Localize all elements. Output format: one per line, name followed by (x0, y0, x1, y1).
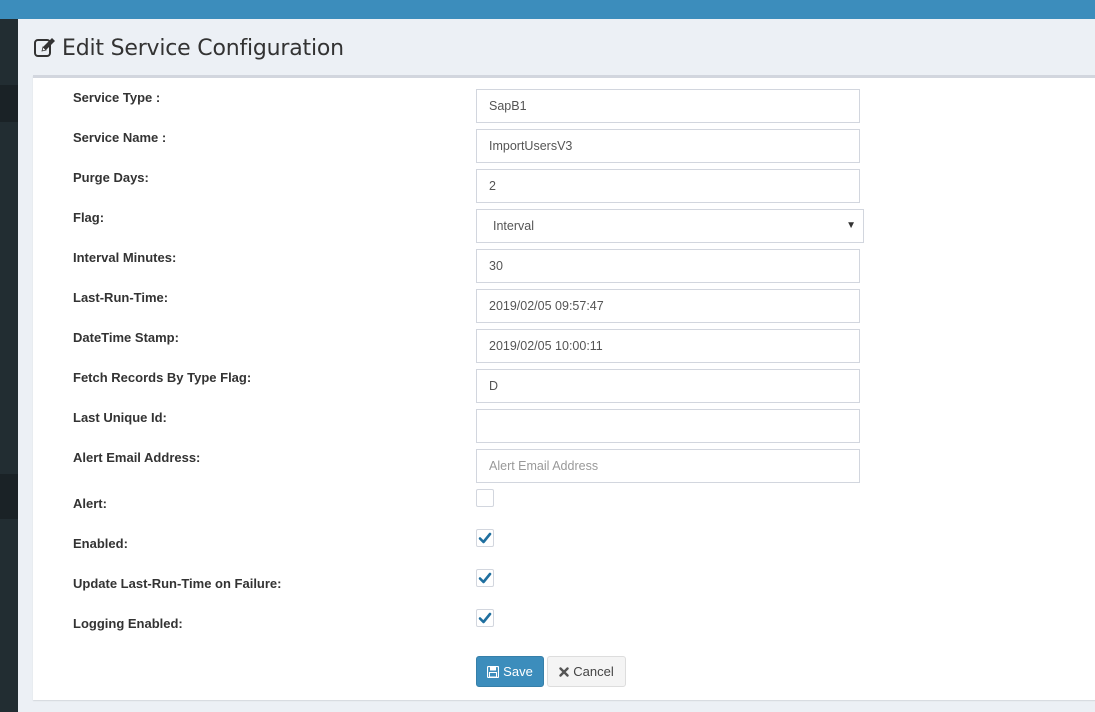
last-unique-id-input[interactable] (476, 409, 860, 443)
update-on-failure-label: Update Last-Run-Time on Failure: (73, 576, 282, 591)
datetime-stamp-input[interactable]: 2019/02/05 10:00:11 (476, 329, 860, 363)
checkmark-icon (478, 612, 492, 624)
alert-email-placeholder: Alert Email Address (489, 459, 599, 473)
sidebar-item[interactable] (0, 474, 18, 519)
interval-minutes-value: 30 (489, 259, 503, 273)
fetch-records-flag-row: Fetch Records By Type Flag: D (33, 369, 1095, 403)
flag-label: Flag: (73, 210, 105, 225)
service-type-label: Service Type : (73, 90, 161, 105)
last-run-time-label: Last-Run-Time: (73, 290, 169, 305)
save-label: Save (503, 664, 533, 679)
checkmark-icon (478, 572, 492, 584)
cancel-button[interactable]: Cancel (547, 656, 626, 687)
purge-days-label: Purge Days: (73, 170, 149, 185)
alert-label: Alert: (73, 496, 107, 511)
datetime-stamp-value: 2019/02/05 10:00:11 (489, 339, 603, 353)
sidebar (0, 19, 18, 712)
service-name-value: ImportUsersV3 (489, 139, 573, 153)
last-run-time-row: Last-Run-Time: 2019/02/05 09:57:47 (33, 289, 1095, 323)
sidebar-active-item[interactable] (0, 85, 18, 122)
enabled-label: Enabled: (73, 536, 128, 551)
cancel-label: Cancel (573, 664, 614, 679)
enabled-row: Enabled: (33, 529, 1095, 569)
close-icon (559, 666, 569, 677)
top-navbar (0, 0, 1095, 19)
floppy-disk-icon (487, 665, 500, 678)
flag-row: Flag: Interval ▼ (33, 209, 1095, 243)
alert-email-label: Alert Email Address: (73, 450, 201, 465)
fetch-records-flag-input[interactable]: D (476, 369, 860, 403)
last-run-time-value: 2019/02/05 09:57:47 (489, 299, 604, 313)
enabled-checkbox[interactable] (476, 529, 494, 547)
alert-email-row: Alert Email Address: Alert Email Address (33, 449, 1095, 483)
datetime-stamp-row: DateTime Stamp: 2019/02/05 10:00:11 (33, 329, 1095, 363)
save-button[interactable]: Save (476, 656, 544, 687)
service-type-input[interactable]: SapB1 (476, 89, 860, 123)
logging-enabled-label: Logging Enabled: (73, 616, 183, 631)
last-run-time-input[interactable]: 2019/02/05 09:57:47 (476, 289, 860, 323)
fetch-records-flag-label: Fetch Records By Type Flag: (73, 370, 252, 385)
edit-icon (33, 36, 57, 60)
checkmark-icon (478, 532, 492, 544)
page-title: Edit Service Configuration (62, 35, 344, 61)
service-name-input[interactable]: ImportUsersV3 (476, 129, 860, 163)
logging-enabled-checkbox[interactable] (476, 609, 494, 627)
interval-minutes-label: Interval Minutes: (73, 250, 177, 265)
alert-row: Alert: (33, 489, 1095, 529)
form-box: Service Type : SapB1 Service Name : Impo… (33, 75, 1095, 700)
chevron-down-icon: ▼ (846, 220, 856, 231)
last-unique-id-row: Last Unique Id: (33, 409, 1095, 443)
fetch-records-flag-value: D (489, 379, 499, 393)
interval-minutes-row: Interval Minutes: 30 (33, 249, 1095, 283)
flag-selected-value: Interval (493, 219, 534, 233)
last-unique-id-label: Last Unique Id: (73, 410, 167, 425)
service-type-row: Service Type : SapB1 (33, 89, 1095, 123)
alert-checkbox[interactable] (476, 489, 494, 507)
datetime-stamp-label: DateTime Stamp: (73, 330, 179, 345)
service-type-value: SapB1 (489, 99, 527, 113)
interval-minutes-input[interactable]: 30 (476, 249, 860, 283)
purge-days-row: Purge Days: 2 (33, 169, 1095, 203)
purge-days-input[interactable]: 2 (476, 169, 860, 203)
alert-email-input[interactable]: Alert Email Address (476, 449, 860, 483)
update-on-failure-checkbox[interactable] (476, 569, 494, 587)
service-name-row: Service Name : ImportUsersV3 (33, 129, 1095, 163)
flag-select[interactable]: Interval ▼ (476, 209, 864, 243)
update-on-failure-row: Update Last-Run-Time on Failure: (33, 569, 1095, 609)
logging-enabled-row: Logging Enabled: (33, 609, 1095, 649)
purge-days-value: 2 (489, 179, 496, 193)
page-header: Edit Service Configuration (33, 33, 344, 63)
service-name-label: Service Name : (73, 130, 167, 145)
